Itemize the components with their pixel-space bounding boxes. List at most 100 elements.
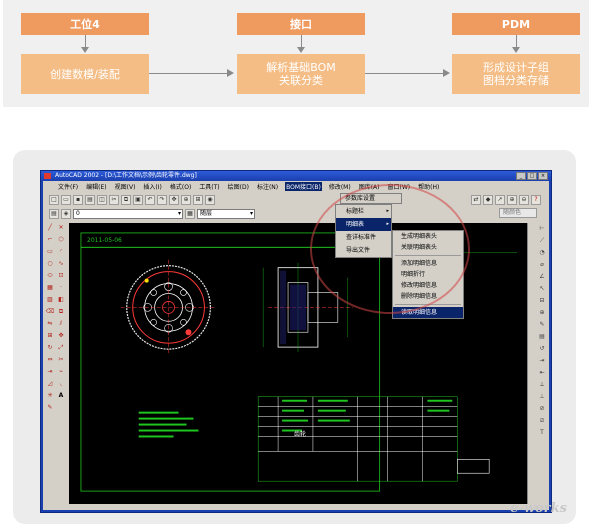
menu-item-title-bar[interactable]: 标题栏 <box>336 205 391 218</box>
insert-icon[interactable]: ⊡ <box>56 271 66 281</box>
menu-window[interactable]: 窗口(W) <box>387 182 412 191</box>
text-icon[interactable]: A <box>56 391 66 401</box>
pline-icon[interactable]: ⌐ <box>45 235 55 245</box>
extend-icon[interactable]: ⇥ <box>45 367 55 377</box>
arrow-icon[interactable]: ⇄ <box>471 194 481 205</box>
menu-insert[interactable]: 插入(I) <box>142 182 162 191</box>
move-icon[interactable]: ✥ <box>56 331 66 341</box>
dim-style-icon[interactable]: ▤ <box>537 331 547 342</box>
menu-item-export[interactable]: 导出文件 <box>336 244 391 257</box>
dim-diameter-icon[interactable]: ⌀ <box>537 259 547 270</box>
offset-icon[interactable]: ⫽ <box>56 319 66 329</box>
point-icon[interactable]: · <box>56 283 66 293</box>
layer-state-icon[interactable]: ◈ <box>61 208 71 219</box>
layer-manager-icon[interactable]: ▤ <box>49 208 59 219</box>
menu-tools[interactable]: 工具(T) <box>198 182 220 191</box>
color-select[interactable]: 随颜色 <box>499 208 537 218</box>
visibility-icon[interactable]: ◆ <box>483 194 493 205</box>
dim-radius-icon[interactable]: ◔ <box>537 247 547 258</box>
dim-aligned-icon[interactable]: ⟋ <box>537 235 547 246</box>
pan-icon[interactable]: ✥ <box>169 194 179 205</box>
explode-icon[interactable]: ✳ <box>45 391 55 401</box>
menu-item-generate-header[interactable]: 生成明细表头 <box>393 231 463 242</box>
pencil-icon[interactable]: ✎ <box>45 403 55 413</box>
undo-icon[interactable]: ↶ <box>145 194 155 205</box>
copy-icon[interactable]: ⧉ <box>121 194 131 205</box>
stretch-icon[interactable]: ⇔ <box>45 355 55 365</box>
leader-icon[interactable]: ↖ <box>537 283 547 294</box>
dim-update-icon[interactable]: ↺ <box>537 343 547 354</box>
dim-text-icon[interactable]: T <box>537 427 547 438</box>
menu-item-modify-detail[interactable]: 修改明细信息 <box>393 280 463 291</box>
menu-library[interactable]: 图库(A) <box>358 182 381 191</box>
dim-override-icon[interactable]: ⊘ <box>537 403 547 414</box>
zoom-icon[interactable]: ⊕ <box>181 194 191 205</box>
cut-icon[interactable]: ✂ <box>109 194 119 205</box>
spline-icon[interactable]: ∿ <box>56 259 66 269</box>
zoom-out-icon[interactable]: ⊖ <box>519 194 529 205</box>
menu-item-read-detail[interactable]: 读取明细信息 <box>393 307 463 318</box>
arc-icon[interactable]: ◜ <box>56 247 66 257</box>
dim-ordinate-icon[interactable]: ⊥ <box>537 391 547 402</box>
hatch-icon[interactable]: ▨ <box>45 295 55 305</box>
break-icon[interactable]: ⌁ <box>56 367 66 377</box>
region-icon[interactable]: ◧ <box>56 295 66 305</box>
menu-file[interactable]: 文件(F) <box>57 182 79 191</box>
zoom-window-icon[interactable]: ⊞ <box>193 194 203 205</box>
menu-view[interactable]: 视图(V) <box>114 182 137 191</box>
circle-icon[interactable]: ○ <box>45 259 55 269</box>
dim-oblique-icon[interactable]: ⧄ <box>537 415 547 426</box>
new-file-icon[interactable]: □ <box>49 194 59 205</box>
dim-baseline-icon[interactable]: ⇤ <box>537 367 547 378</box>
maximize-button[interactable]: □ <box>527 172 537 180</box>
menu-item-wrap-detail[interactable]: 明细折行 <box>393 269 463 280</box>
quick-dim-icon[interactable]: ⟂ <box>537 379 547 390</box>
preview-icon[interactable]: ◫ <box>97 194 107 205</box>
xline-icon[interactable]: ✕ <box>56 223 66 233</box>
menu-bom-interface[interactable]: BOM接口(B) <box>285 182 322 191</box>
erase-icon[interactable]: ⌫ <box>45 307 55 317</box>
window-titlebar[interactable]: AutoCAD 2002 - [D:\工作文档\示例\齿轮零件.dwg] _ □… <box>41 171 551 181</box>
help-icon[interactable]: ? <box>531 194 541 205</box>
copy-icon[interactable]: ⧉ <box>56 307 66 317</box>
menu-help[interactable]: 帮助(H) <box>417 182 440 191</box>
menu-item-standard-parts[interactable]: 查详标准件 <box>336 231 391 244</box>
polygon-icon[interactable]: ⬡ <box>56 235 66 245</box>
zoom-in-icon[interactable]: ⊕ <box>507 194 517 205</box>
center-icon[interactable]: ⊕ <box>537 307 547 318</box>
dim-angle-icon[interactable]: ∠ <box>537 271 547 282</box>
bom-submenu-header[interactable]: 参数库设置 <box>340 193 402 204</box>
line-icon[interactable]: ╱ <box>45 223 55 233</box>
trim-icon[interactable]: ✂ <box>56 355 66 365</box>
save-icon[interactable]: ▪ <box>73 194 83 205</box>
chamfer-icon[interactable]: ◿ <box>45 379 55 389</box>
rotate-icon[interactable]: ↻ <box>45 343 55 353</box>
ellipse-icon[interactable]: ⬭ <box>45 271 55 281</box>
menu-modify[interactable]: 修改(M) <box>328 182 352 191</box>
block-icon[interactable]: ▦ <box>45 283 55 293</box>
tolerance-icon[interactable]: ⊟ <box>537 295 547 306</box>
dim-edit-icon[interactable]: ✎ <box>537 319 547 330</box>
dim-continue-icon[interactable]: ⇥ <box>537 355 547 366</box>
vertical-scrollbar[interactable] <box>527 223 534 504</box>
menu-dimension[interactable]: 标注(N) <box>256 182 279 191</box>
print-icon[interactable]: ▤ <box>85 194 95 205</box>
scale-icon[interactable]: ⤢ <box>56 343 66 353</box>
menu-draw[interactable]: 绘图(D) <box>227 182 250 191</box>
arrow-icon[interactable]: ↗ <box>495 194 505 205</box>
fillet-icon[interactable]: ◟ <box>56 379 66 389</box>
menu-item-delete-detail[interactable]: 删除明细信息 <box>393 291 463 302</box>
properties-icon[interactable]: ◉ <box>205 194 215 205</box>
layer-previous-icon[interactable]: ▦ <box>185 208 195 219</box>
open-folder-icon[interactable]: ▭ <box>61 194 71 205</box>
menu-item-add-detail[interactable]: 添加明细信息 <box>393 258 463 269</box>
redo-icon[interactable]: ↷ <box>157 194 167 205</box>
close-button[interactable]: × <box>538 172 548 180</box>
array-icon[interactable]: ⊞ <box>45 331 55 341</box>
menu-item-link-header[interactable]: 关联明细表头 <box>393 242 463 253</box>
mirror-icon[interactable]: ⇋ <box>45 319 55 329</box>
menu-edit[interactable]: 编辑(E) <box>85 182 107 191</box>
paste-icon[interactable]: ▣ <box>133 194 143 205</box>
menu-format[interactable]: 格式(O) <box>169 182 192 191</box>
minimize-button[interactable]: _ <box>516 172 526 180</box>
